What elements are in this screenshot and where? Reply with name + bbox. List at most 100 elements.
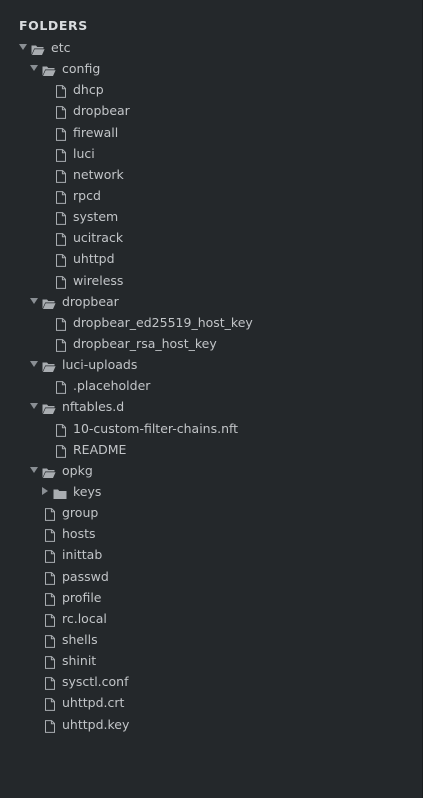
tree-file-uhttpd-key[interactable]: uhttpd.key: [0, 714, 423, 735]
file-icon: [43, 506, 57, 521]
tree-item-label: nftables.d: [62, 399, 125, 415]
folder-open-icon: [31, 41, 45, 55]
tree-file-readme[interactable]: README: [0, 439, 423, 460]
tree-file-dropbear-rsa-host-key[interactable]: dropbear_rsa_host_key: [0, 333, 423, 354]
tree-item-label: shinit: [62, 653, 97, 669]
folder-open-icon: [42, 295, 56, 309]
chevron-down-icon[interactable]: [30, 65, 38, 72]
tree-item-label: keys: [73, 483, 102, 499]
tree-file-luci[interactable]: luci: [0, 143, 423, 164]
tree-item-label: luci: [73, 145, 95, 161]
tree-folder-keys[interactable]: keys: [0, 481, 423, 502]
file-icon: [54, 189, 68, 204]
tree-file-dropbear-ed25519-host-key[interactable]: dropbear_ed25519_host_key: [0, 312, 423, 333]
chevron-down-icon[interactable]: [30, 403, 38, 410]
tree-file-inittab[interactable]: inittab: [0, 544, 423, 565]
tree-item-label: hosts: [62, 526, 96, 542]
file-icon: [54, 379, 68, 395]
tree-item-label: group: [62, 505, 99, 521]
tree-item-label: dropbear_ed25519_host_key: [73, 314, 253, 330]
folder-icon: [53, 485, 67, 499]
tree-folder-etc[interactable]: etc: [0, 37, 423, 58]
file-icon: [54, 126, 68, 141]
tree-file-hosts[interactable]: hosts: [0, 523, 423, 544]
file-icon: [54, 104, 68, 120]
file-icon: [43, 612, 57, 627]
tree-file-10-custom-filter-chains-nft[interactable]: 10-custom-filter-chains.nft: [0, 418, 423, 439]
chevron-down-icon[interactable]: [30, 466, 38, 473]
file-icon: [54, 337, 68, 352]
folder-open-icon: [42, 400, 56, 415]
tree-item-label: sysctl.conf: [62, 674, 129, 690]
file-icon: [43, 654, 57, 669]
file-icon: [43, 591, 57, 606]
folder-open-icon: [42, 62, 56, 77]
tree-item-label: passwd: [62, 568, 109, 584]
file-icon: [43, 718, 57, 733]
tree-file-profile[interactable]: profile: [0, 587, 423, 608]
tree-file-firewall[interactable]: firewall: [0, 122, 423, 143]
tree-item-label: profile: [62, 589, 102, 605]
tree-item-label: ucitrack: [73, 230, 124, 246]
tree-folder-nftables-d[interactable]: nftables.d: [0, 396, 423, 417]
tree-file-placeholder[interactable]: .placeholder: [0, 375, 423, 396]
file-icon: [43, 696, 57, 712]
tree-file-shinit[interactable]: shinit: [0, 650, 423, 671]
file-icon: [43, 527, 57, 543]
file-icon: [43, 675, 57, 691]
tree-file-uhttpd[interactable]: uhttpd: [0, 248, 423, 269]
tree-item-label: dropbear_rsa_host_key: [73, 335, 217, 351]
chevron-right-icon[interactable]: [42, 486, 48, 495]
tree-item-label: firewall: [73, 124, 119, 140]
tree-item-label: uhttpd.crt: [62, 695, 125, 711]
file-icon: [43, 570, 57, 585]
tree-file-sysctl-conf[interactable]: sysctl.conf: [0, 671, 423, 692]
file-icon: [54, 274, 68, 289]
tree-file-shells[interactable]: shells: [0, 629, 423, 650]
tree-folder-luci-uploads[interactable]: luci-uploads: [0, 354, 423, 375]
tree-file-passwd[interactable]: passwd: [0, 566, 423, 587]
tree-item-label: dhcp: [73, 82, 104, 98]
tree-item-label: shells: [62, 631, 98, 647]
tree-item-label: etc: [51, 40, 71, 55]
tree-item-label: config: [62, 61, 101, 77]
tree-folder-opkg[interactable]: opkg: [0, 460, 423, 481]
tree-file-dropbear[interactable]: dropbear: [0, 100, 423, 121]
folder-open-icon: [42, 358, 56, 373]
chevron-down-icon[interactable]: [30, 297, 38, 304]
tree-item-label: 10-custom-filter-chains.nft: [73, 420, 239, 436]
file-icon: [54, 210, 68, 226]
file-icon: [43, 548, 57, 564]
file-tree: etc config dhcp dropbear firewall luci network…: [0, 37, 423, 735]
tree-folder-dropbear[interactable]: dropbear: [0, 291, 423, 312]
tree-file-dhcp[interactable]: dhcp: [0, 79, 423, 100]
file-icon: [54, 168, 68, 183]
tree-item-label: luci-uploads: [62, 357, 138, 373]
tree-item-label: dropbear: [73, 103, 130, 119]
file-icon: [54, 252, 68, 268]
chevron-down-icon[interactable]: [19, 44, 27, 50]
tree-item-label: uhttpd: [73, 251, 115, 267]
tree-item-label: .placeholder: [73, 378, 151, 394]
file-icon: [54, 443, 68, 458]
tree-item-label: opkg: [62, 462, 93, 478]
chevron-down-icon[interactable]: [30, 361, 38, 368]
tree-folder-config[interactable]: config: [0, 58, 423, 79]
file-icon: [54, 231, 68, 247]
tree-file-ucitrack[interactable]: ucitrack: [0, 227, 423, 248]
tree-file-network[interactable]: network: [0, 164, 423, 185]
sidebar-folders-panel: FOLDERS etc config dhcp dropbear firewall luc…: [0, 0, 423, 798]
tree-item-label: network: [73, 166, 124, 182]
tree-item-label: dropbear: [62, 293, 119, 309]
tree-item-label: wireless: [73, 272, 124, 288]
tree-file-uhttpd-crt[interactable]: uhttpd.crt: [0, 692, 423, 713]
tree-item-label: rpcd: [73, 187, 101, 203]
folder-open-icon: [42, 464, 56, 478]
tree-file-rpcd[interactable]: rpcd: [0, 185, 423, 206]
folders-header: FOLDERS: [19, 18, 88, 33]
file-icon: [43, 633, 57, 648]
tree-file-system[interactable]: system: [0, 206, 423, 227]
tree-file-rc-local[interactable]: rc.local: [0, 608, 423, 629]
tree-file-group[interactable]: group: [0, 502, 423, 523]
tree-file-wireless[interactable]: wireless: [0, 270, 423, 291]
